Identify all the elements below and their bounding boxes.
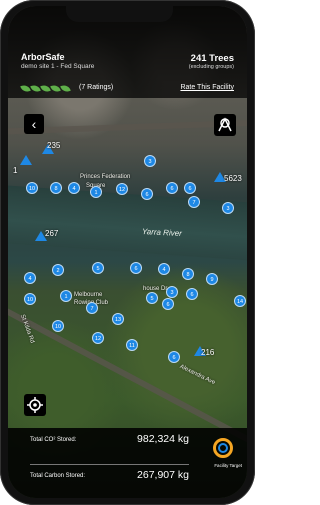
tree-marker[interactable]: 12 bbox=[116, 183, 128, 195]
tree-count-note: (excluding groups) bbox=[188, 64, 234, 70]
tree-marker[interactable]: 6 bbox=[162, 298, 174, 310]
tree-marker[interactable]: 5 bbox=[146, 292, 158, 304]
co2-value: 982,324 kg bbox=[137, 433, 189, 445]
divider bbox=[30, 464, 189, 465]
tree-marker[interactable]: 6 bbox=[141, 188, 153, 200]
tree-marker[interactable]: 1 bbox=[60, 290, 72, 302]
tree-marker[interactable]: 6 bbox=[168, 351, 180, 363]
tree-group-label: 235 bbox=[47, 141, 61, 150]
tree-group-label: 267 bbox=[45, 229, 59, 238]
tree-marker[interactable]: 7 bbox=[188, 196, 200, 208]
carbon-label: Total Carbon Stored: bbox=[30, 473, 86, 479]
map-label-rowing: Melbourne bbox=[74, 292, 103, 298]
map-label-federation: Princes Federation bbox=[80, 174, 131, 180]
tree-marker[interactable]: 2 bbox=[52, 264, 64, 276]
tree-group-label: 216 bbox=[201, 348, 215, 357]
tree-marker[interactable]: 6 bbox=[166, 182, 178, 194]
tree-marker[interactable]: 6 bbox=[130, 262, 142, 274]
tree-marker[interactable]: 4 bbox=[68, 182, 80, 194]
tree-marker[interactable]: 14 bbox=[234, 295, 246, 307]
leaf-icon bbox=[60, 83, 71, 94]
app-title: ArborSafe bbox=[21, 52, 65, 62]
tree-group-label: 5623 bbox=[224, 174, 242, 183]
tree-group-label: 1 bbox=[13, 166, 18, 175]
tree-marker[interactable]: 10 bbox=[24, 293, 36, 305]
tree-marker[interactable]: 9 bbox=[206, 273, 218, 285]
tree-marker[interactable]: 4 bbox=[158, 263, 170, 275]
tree-marker[interactable]: 10 bbox=[52, 320, 64, 332]
carbon-value: 267,907 kg bbox=[137, 469, 189, 481]
phone-frame: Yarra River Princes Federation Square Me… bbox=[0, 0, 255, 505]
locate-button[interactable] bbox=[214, 114, 236, 136]
back-button[interactable]: ‹ bbox=[24, 114, 44, 134]
tree-group-marker[interactable] bbox=[20, 155, 32, 165]
tree-marker[interactable]: 8 bbox=[50, 182, 62, 194]
river bbox=[8, 183, 247, 263]
tree-marker[interactable]: 8 bbox=[182, 268, 194, 280]
site-name: demo site 1 - Fed Square bbox=[21, 63, 95, 70]
tree-marker[interactable]: 5 bbox=[92, 262, 104, 274]
tree-marker[interactable]: 7 bbox=[86, 302, 98, 314]
tree-marker[interactable]: 3 bbox=[144, 155, 156, 167]
tree-marker[interactable]: 6 bbox=[184, 182, 196, 194]
co2-label: Total CO² Stored: bbox=[30, 437, 77, 443]
tree-marker[interactable]: 4 bbox=[24, 272, 36, 284]
target-inner-ring bbox=[218, 443, 228, 453]
app-screen: Yarra River Princes Federation Square Me… bbox=[8, 6, 247, 498]
rate-facility-link[interactable]: Rate This Facility bbox=[180, 84, 234, 91]
tree-count: 241 Trees bbox=[190, 53, 234, 64]
rating-leaves bbox=[20, 83, 71, 94]
location-icon bbox=[218, 117, 232, 132]
facility-target-icon[interactable] bbox=[213, 438, 233, 458]
map-label-house: house Dr bbox=[143, 286, 168, 292]
tree-marker[interactable]: 11 bbox=[126, 339, 138, 351]
tree-marker[interactable]: 3 bbox=[222, 202, 234, 214]
tree-marker[interactable]: 6 bbox=[186, 288, 198, 300]
carbon-stats-panel: Total CO² Stored: 982,324 kg Total Carbo… bbox=[8, 428, 247, 498]
tree-marker[interactable]: 10 bbox=[26, 182, 38, 194]
tree-marker[interactable]: 12 bbox=[92, 332, 104, 344]
tree-marker[interactable]: 3 bbox=[166, 286, 178, 298]
crosshair-icon bbox=[27, 397, 43, 413]
recenter-button[interactable] bbox=[24, 394, 46, 416]
phone-notch bbox=[66, 6, 173, 22]
ratings-count: (7 Ratings) bbox=[79, 84, 114, 91]
tree-marker[interactable]: 1 bbox=[90, 186, 102, 198]
facility-target-label[interactable]: Facility Target bbox=[214, 463, 242, 468]
chevron-left-icon: ‹ bbox=[31, 116, 37, 132]
tree-marker[interactable]: 13 bbox=[112, 313, 124, 325]
map-label-alexandra: Alexandra Ave bbox=[178, 363, 216, 387]
